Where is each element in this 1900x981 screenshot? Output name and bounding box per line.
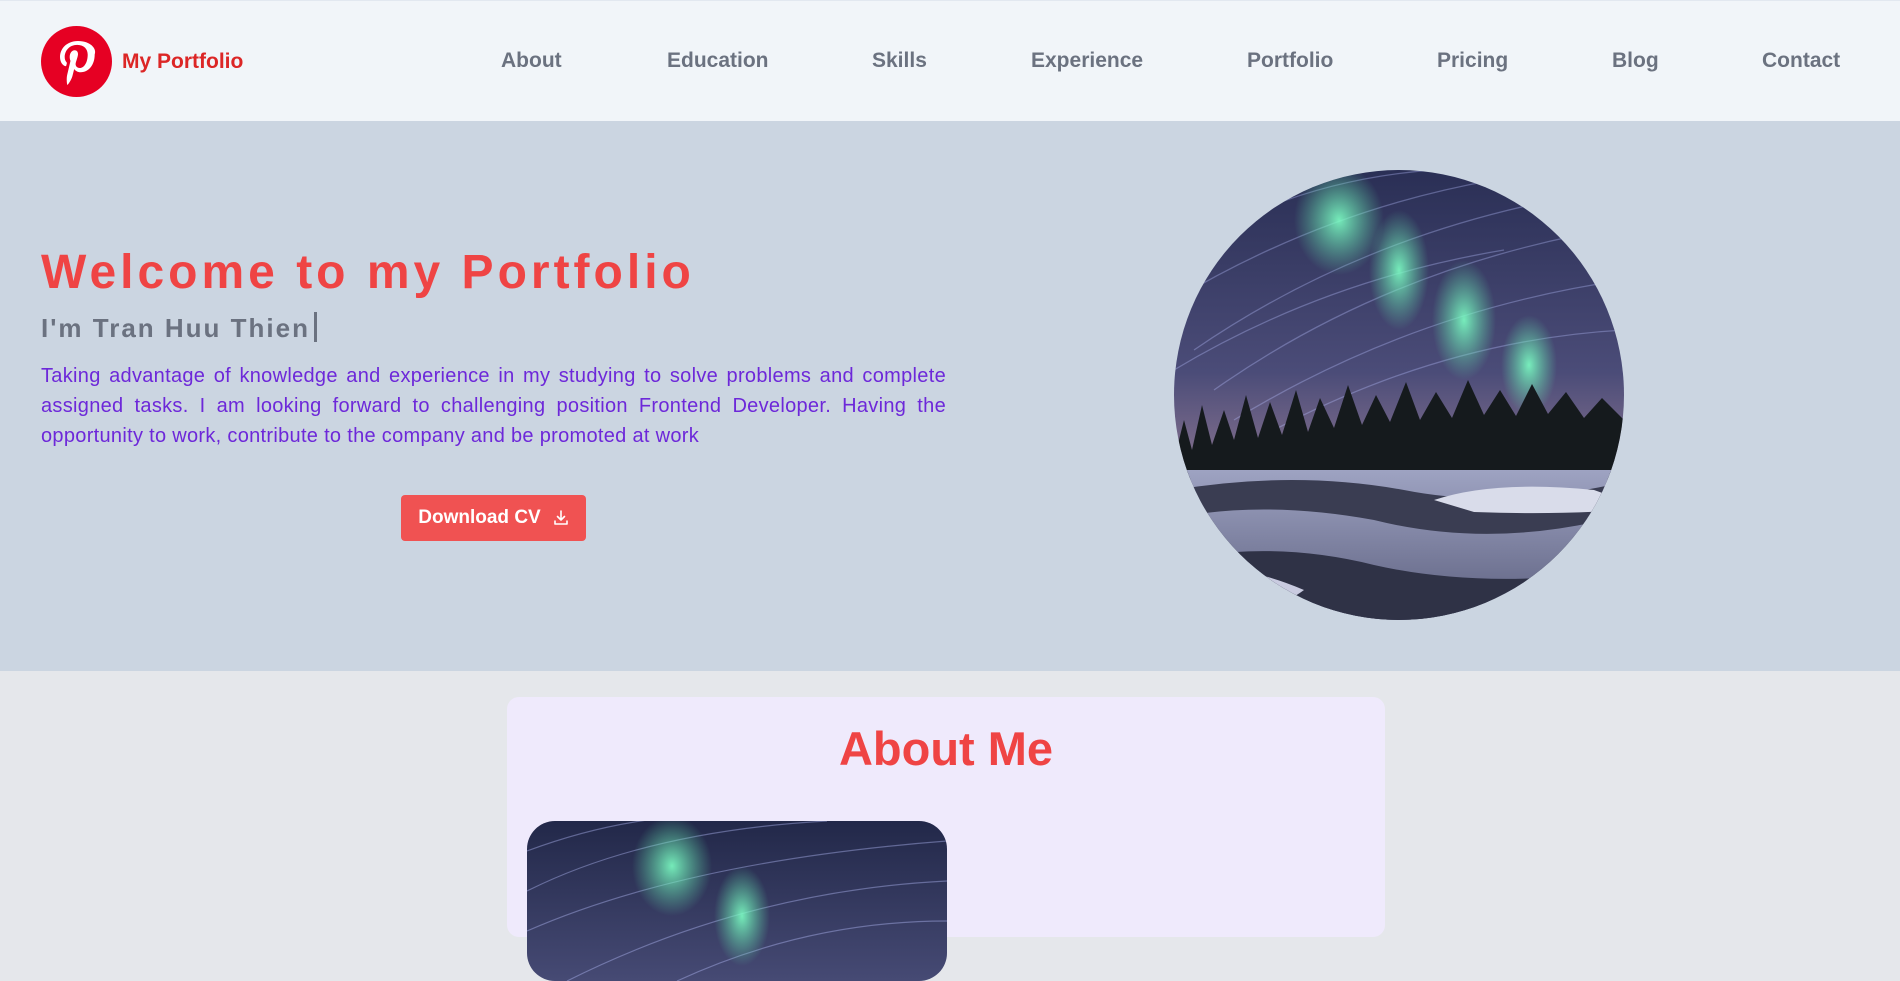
- main-nav: About Education Skills Experience Portfo…: [0, 49, 1900, 79]
- typing-cursor: [313, 312, 317, 342]
- hero-subtitle: I'm Tran Huu Thien: [41, 312, 317, 344]
- hero-aurora-image: [1174, 170, 1624, 620]
- nav-skills[interactable]: Skills: [872, 49, 927, 73]
- hero-description: Taking advantage of knowledge and experi…: [41, 365, 946, 447]
- nav-pricing[interactable]: Pricing: [1437, 49, 1508, 73]
- nav-blog[interactable]: Blog: [1612, 49, 1659, 73]
- about-title: About Me: [838, 722, 1054, 775]
- about-aurora-image: [527, 821, 947, 981]
- hero-subtitle-text: I'm Tran Huu Thien: [41, 313, 310, 343]
- nav-experience[interactable]: Experience: [1031, 49, 1143, 73]
- download-icon: [553, 510, 568, 525]
- nav-about[interactable]: About: [501, 49, 562, 73]
- nav-contact[interactable]: Contact: [1762, 49, 1840, 73]
- hero-section: Welcome to my Portfolio I'm Tran Huu Thi…: [0, 121, 1900, 671]
- hero-title: Welcome to my Portfolio: [41, 246, 695, 299]
- download-cv-label: Download CV: [418, 507, 541, 528]
- nav-education[interactable]: Education: [667, 49, 769, 73]
- download-cv-button[interactable]: Download CV: [401, 495, 586, 541]
- about-section: About Me: [507, 697, 1385, 981]
- site-header: My Portfolio About Education Skills Expe…: [0, 0, 1900, 121]
- nav-portfolio[interactable]: Portfolio: [1247, 49, 1333, 73]
